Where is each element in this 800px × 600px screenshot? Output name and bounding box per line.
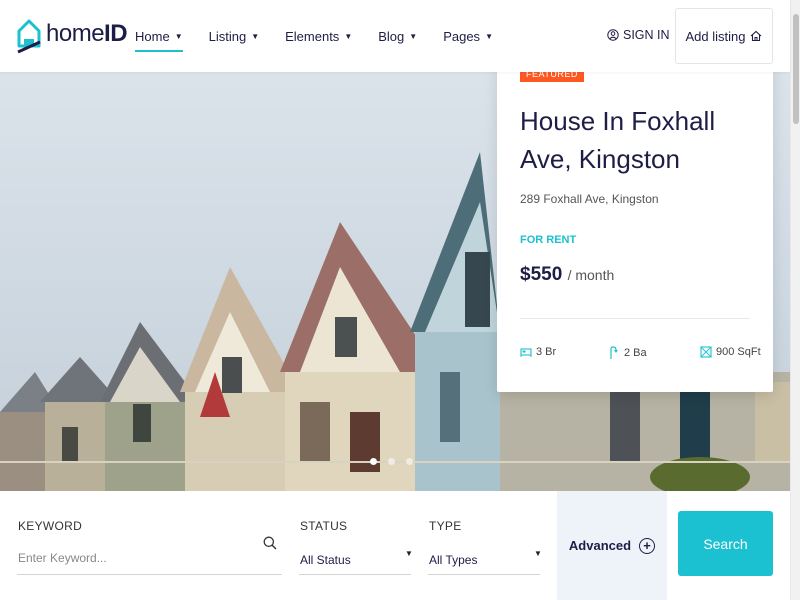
type-underline	[428, 574, 540, 575]
status-underline	[299, 574, 411, 575]
chevron-down-icon: ▼	[174, 31, 183, 41]
sign-in-label: SIGN IN	[623, 28, 670, 42]
chevron-down-icon: ▼	[485, 31, 493, 41]
plus-circle-icon: +	[639, 537, 656, 554]
search-bar: KEYWORD Enter Keyword... STATUS All Stat…	[0, 491, 790, 600]
add-listing-button[interactable]: Add listing	[675, 8, 773, 64]
search-button[interactable]: Search	[678, 511, 773, 576]
chevron-down-icon: ▼	[344, 31, 353, 41]
page-scrollbar[interactable]	[790, 0, 800, 600]
keyword-underline	[17, 574, 282, 575]
nav-label: Blog	[378, 28, 405, 44]
search-icon[interactable]	[263, 536, 277, 550]
bed-icon	[520, 348, 532, 357]
caret-down-icon: ▼	[405, 549, 413, 558]
beds-value: 3 Br	[536, 346, 557, 358]
caret-down-icon: ▼	[534, 549, 542, 558]
nav-label: Listing	[208, 28, 247, 44]
beds-feature: 3 Br	[520, 346, 556, 358]
advanced-search-button[interactable]: Advanced +	[557, 491, 667, 600]
chevron-down-icon: ▼	[409, 31, 418, 41]
status-select[interactable]: All Status	[300, 553, 351, 567]
status-label: STATUS	[300, 519, 348, 533]
logo-text: homeID	[46, 20, 128, 47]
shower-icon	[610, 346, 618, 359]
nav-label: Pages	[443, 28, 481, 44]
site-header: homeID Home ▼ Listing ▼ Elements ▼ Blog …	[0, 0, 790, 72]
nav-label: Elements	[285, 28, 340, 44]
area-feature: 900 SqFt	[700, 346, 761, 358]
nav-item-blog[interactable]: Blog ▼	[378, 0, 417, 72]
baths-feature: 2 Ba	[608, 346, 647, 360]
keyword-label: KEYWORD	[18, 519, 83, 533]
property-address: 289 Foxhall Ave, Kingston	[520, 192, 659, 206]
user-icon	[607, 29, 619, 41]
nav-label: Home	[135, 28, 170, 44]
property-price: $550 / month	[520, 264, 614, 286]
nav-item-listing[interactable]: Listing ▼	[209, 0, 260, 72]
keyword-input[interactable]: Enter Keyword...	[18, 551, 107, 565]
card-divider	[520, 318, 750, 319]
area-icon	[700, 346, 712, 358]
slider-dot[interactable]	[370, 458, 377, 465]
featured-property-card[interactable]: FEATURED House In Foxhall Ave, Kingston …	[497, 60, 773, 392]
property-title[interactable]: House In Foxhall Ave, Kingston	[520, 102, 760, 178]
nav-item-elements[interactable]: Elements ▼	[285, 0, 352, 72]
main-nav: Home ▼ Listing ▼ Elements ▼ Blog ▼ Pages…	[135, 0, 519, 72]
area-value: 900 SqFt	[716, 346, 761, 358]
home-icon	[751, 30, 762, 42]
baths-value: 2 Ba	[624, 347, 647, 359]
chevron-down-icon: ▼	[251, 31, 260, 41]
nav-item-home[interactable]: Home ▼	[135, 0, 183, 72]
price-period: / month	[567, 267, 615, 283]
add-listing-label: Add listing	[685, 28, 746, 44]
sign-in-link[interactable]: SIGN IN	[607, 28, 670, 42]
advanced-label: Advanced	[568, 538, 632, 553]
type-select[interactable]: All Types	[429, 553, 477, 567]
slider-dot[interactable]	[388, 458, 395, 465]
type-label: TYPE	[429, 519, 462, 533]
nav-item-pages[interactable]: Pages ▼	[443, 0, 493, 72]
property-status: FOR RENT	[520, 234, 577, 246]
slider-dot[interactable]	[406, 458, 413, 465]
house-logo-icon	[17, 19, 41, 54]
slider-dots	[370, 458, 424, 465]
price-value: $550	[520, 264, 563, 285]
scroll-thumb[interactable]	[793, 14, 799, 124]
logo[interactable]: homeID	[16, 14, 128, 54]
